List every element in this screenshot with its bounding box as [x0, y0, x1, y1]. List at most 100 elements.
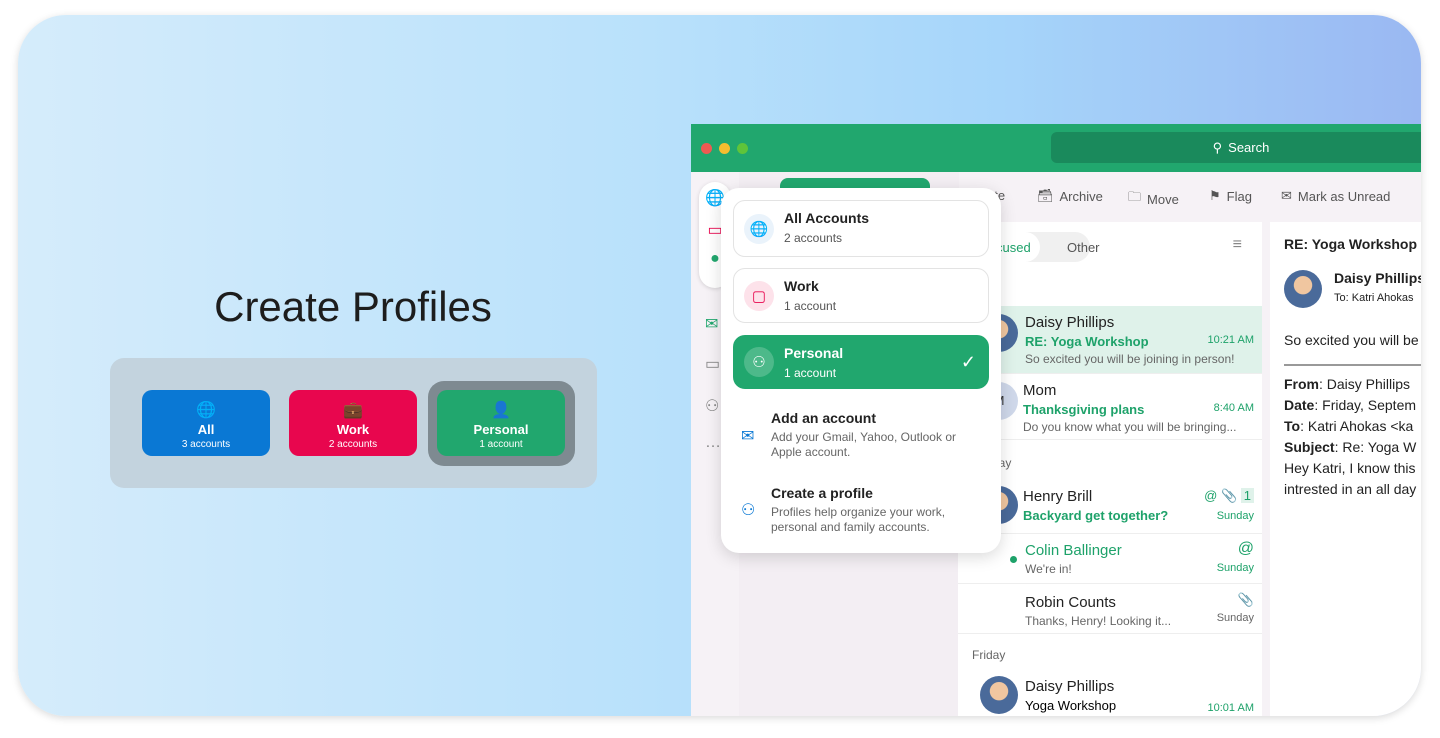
menu-item-personal[interactable]: ⚇ Personal 1 account ✓: [733, 335, 989, 389]
message-list: cused Other ≡ y Daisy PhillipsRE: Yoga W…: [958, 222, 1262, 716]
add-account-button[interactable]: Add an account Add your Gmail, Yahoo, Out…: [771, 410, 971, 460]
unread-dot: [1010, 556, 1017, 563]
person-icon: 👤: [491, 402, 511, 419]
message-row[interactable]: M MomThanksgiving plansDo you know what …: [958, 374, 1262, 440]
reading-body: So excited you will be: [1284, 332, 1419, 348]
hdr-key: To: [1284, 418, 1301, 434]
people-icon: ⚇: [744, 347, 774, 377]
minimize-button[interactable]: [719, 143, 730, 154]
add-account-icon: ✉: [741, 428, 755, 445]
thread-count: 1: [1240, 488, 1254, 503]
message-row[interactable]: Daisy Phillips Yoga Workshop 10:01 AM: [958, 670, 1262, 716]
toolbar-label: Archive: [1059, 188, 1103, 204]
preview: Do you know what you will be bringing...: [1023, 420, 1237, 434]
attachment-icon: 📎: [1237, 592, 1254, 607]
message-row[interactable]: Robin Counts Thanks, Henry! Looking it...…: [958, 584, 1262, 634]
preview: Thanks, Henry! Looking it...: [1025, 614, 1172, 628]
avatar: [1284, 270, 1322, 308]
time: 10:21 AM: [1207, 334, 1254, 346]
profile-name: Work: [336, 422, 370, 437]
profile-name: All: [197, 422, 215, 437]
hdr-key: From: [1284, 376, 1319, 392]
hero-title: Create Profiles: [214, 283, 492, 330]
hdr-value: : Friday, Septem: [1314, 397, 1417, 413]
checkmark-icon: ✓: [960, 352, 976, 372]
menu-sub: Add your Gmail, Yahoo, Outlook or Apple …: [771, 430, 956, 459]
search-box[interactable]: ⚲ Search: [1051, 132, 1421, 163]
search-label: Search: [1228, 140, 1270, 155]
menu-sub: 1 account: [784, 366, 837, 380]
hdr-key: Date: [1284, 397, 1315, 413]
menu-sub: 1 account: [784, 299, 837, 313]
archive-icon: 🗃: [1037, 188, 1054, 203]
subject: Backyard get together?: [1023, 508, 1169, 523]
search-icon: ⚲: [1212, 139, 1223, 155]
profile-all-button[interactable]: 🌐 All 3 accounts: [142, 390, 270, 456]
preview: We're in!: [1025, 562, 1072, 576]
archive-button[interactable]: 🗃 Archive: [1037, 188, 1103, 204]
reading-to: Katri Ahokas: [1351, 292, 1414, 304]
menu-title: Work: [784, 278, 819, 294]
calendar-icon[interactable]: ▭: [705, 354, 720, 374]
menu-title: All Accounts: [784, 210, 870, 226]
toolbar-label: Flag: [1226, 188, 1252, 204]
menu-title: Add an account: [771, 410, 877, 426]
zoom-button[interactable]: [737, 143, 748, 154]
move-button[interactable]: 🗀 Move: [1128, 188, 1179, 210]
reading-from: Daisy Phillips: [1334, 270, 1421, 286]
subject: Thanksgiving plans: [1023, 402, 1145, 417]
title-bar: ⚲ Search: [691, 124, 1421, 172]
menu-title: Create a profile: [771, 485, 873, 501]
people-icon[interactable]: ⚇: [705, 396, 719, 416]
message-row[interactable]: Colin Ballinger We're in! @ Sunday: [958, 534, 1262, 584]
filter-icon[interactable]: ≡: [1233, 236, 1242, 254]
menu-title: Personal: [784, 345, 844, 361]
profile-personal-button[interactable]: 👤 Personal 1 account: [437, 390, 565, 456]
close-button[interactable]: [701, 143, 712, 154]
promo-card: Create Profiles 🌐 All 3 accounts 💼 Work …: [18, 15, 1421, 716]
globe-icon: 🌐: [744, 213, 774, 244]
profile-count: 1 account: [479, 439, 523, 450]
profile-count: 3 accounts: [181, 439, 231, 450]
folder-move-icon: 🗀: [1128, 189, 1142, 204]
sender: Colin Ballinger: [1025, 542, 1122, 559]
more-icon[interactable]: …: [705, 434, 721, 452]
hdr-value: : Re: Yoga W: [1334, 439, 1417, 455]
create-profile-button[interactable]: Create a profile Profiles help organize y…: [771, 485, 971, 535]
message-row[interactable]: Henry Brill Backyard get together? @ 📎 1 …: [958, 480, 1262, 534]
briefcase-icon: 💼: [343, 402, 363, 419]
mark-unread-button[interactable]: ✉ Mark as Unread: [1281, 188, 1390, 204]
avatar: [980, 676, 1018, 714]
menu-sub: Profiles help organize your work, person…: [771, 505, 946, 534]
mail-icon[interactable]: ✉: [705, 314, 718, 334]
toolbar-label: Mark as Unread: [1297, 188, 1391, 204]
message-row[interactable]: Daisy Phillips RE: Yoga Workshop So excite…: [958, 306, 1262, 374]
time: 10:01 AM: [1207, 702, 1254, 714]
envelope-icon: ✉: [1281, 188, 1292, 203]
reading-subject: RE: Yoga Workshop: [1284, 236, 1418, 252]
sender: Henry Brill: [1023, 488, 1093, 505]
profile-work-button[interactable]: 💼 Work 2 accounts: [289, 390, 417, 456]
mention-attachment-icons: @ 📎 1: [1204, 488, 1254, 504]
to-label: To:: [1334, 292, 1349, 304]
body-line: Hey Katri, I know this: [1284, 460, 1416, 476]
tab-other[interactable]: Other: [1067, 240, 1100, 255]
briefcase-icon: ▢: [744, 280, 774, 311]
body-line: intrested in an all day: [1284, 481, 1417, 497]
sender: Daisy Phillips: [1025, 678, 1115, 695]
menu-item-work[interactable]: ▢ Work 1 account: [733, 268, 989, 323]
mention-icon: @: [1237, 540, 1254, 557]
hdr-value: : Daisy Phillips: [1319, 376, 1411, 392]
day-header: Friday: [972, 648, 1006, 662]
menu-item-all-accounts[interactable]: 🌐 All Accounts 2 accounts: [733, 200, 989, 257]
preview: So excited you will be joining in person…: [1025, 352, 1235, 366]
time: Sunday: [1216, 562, 1254, 574]
app-window: ⚲Search 🌐 ▭ ● ✉ ▭ ⚇ … ete 🗃Archive 🗀Move…: [691, 124, 1421, 716]
sender: Daisy Phillips: [1025, 314, 1115, 331]
hdr-key: Subject: [1284, 439, 1335, 455]
profile-name: Personal: [473, 422, 529, 437]
flag-button[interactable]: ⚑ Flag: [1209, 188, 1252, 204]
hdr-value: : Katri Ahokas <ka: [1300, 418, 1414, 434]
menu-sub: 2 accounts: [784, 231, 843, 245]
subject: Yoga Workshop: [1025, 698, 1117, 713]
